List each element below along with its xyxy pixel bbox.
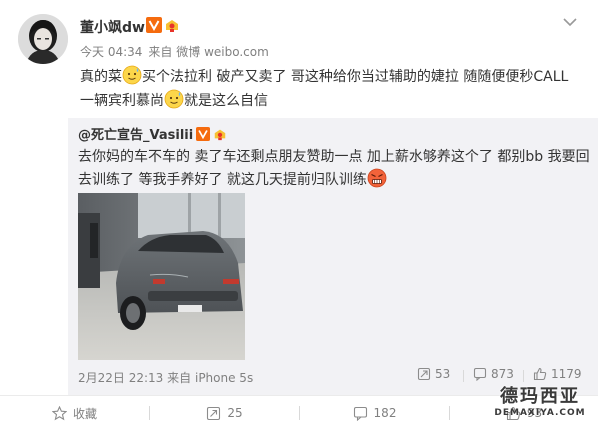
repost-icon [417, 367, 431, 381]
favorite-button[interactable]: 收藏 [0, 396, 149, 429]
post-time[interactable]: 今天 04:34 [80, 45, 142, 59]
repost-icon [207, 406, 221, 420]
repost-time[interactable]: 2月22日 22:13 [78, 371, 163, 385]
repost-comment-count: 873 [491, 367, 514, 381]
like-count: 93 [526, 406, 543, 420]
car-image [78, 193, 245, 360]
post-text-part1: 真的菜 [80, 69, 122, 85]
favorite-label: 收藏 [72, 406, 97, 421]
action-bar: 收藏 25 182 93 [0, 395, 598, 429]
repost-button[interactable]: 25 [150, 396, 299, 429]
member-level-icon [166, 20, 178, 32]
repost-repost-action[interactable]: 53 [417, 367, 450, 381]
thumbs-up-icon [533, 367, 547, 381]
repost-meta: 2月22日 22:13 来自 iPhone 5s [78, 369, 253, 386]
comment-icon [473, 367, 487, 381]
repost-text: 去你妈的车不车的 卖了车还剩点朋友赞助一点 加上薪水够养这个了 都别bb 我要回… [78, 146, 590, 191]
smile-sweat-icon [122, 65, 142, 85]
star-icon [51, 405, 67, 420]
avatar[interactable] [18, 14, 68, 64]
repost-count: 25 [227, 406, 243, 420]
comment-icon [353, 406, 367, 421]
repost-header: @死亡宣告_Vasilii [78, 124, 227, 143]
post-text-part2: 买个法拉利 破产又卖了 哥这种给你当过辅助的婕拉 随随便便秒CALL 一辆宾利慕… [80, 69, 569, 109]
repost-source[interactable]: iPhone 5s [195, 371, 253, 385]
comment-count: 182 [373, 406, 397, 420]
repost-user-name[interactable]: @死亡宣告_Vasilii [78, 128, 193, 143]
like-button[interactable]: 93 [450, 396, 598, 429]
post-text: 真的菜 买个法拉利 破产又卖了 哥这种给你当过辅助的婕拉 随随便便秒CALL 一… [80, 65, 585, 113]
repost-like-action[interactable]: 1179 [533, 367, 582, 381]
repost-source-prefix: 来自 [167, 371, 192, 385]
post-source[interactable]: 微博 weibo.com [176, 45, 269, 59]
verified-v-icon [146, 17, 162, 33]
weibo-card: 董小飒dw 今天 04:34 来自 微博 weibo.com 真的菜 买个法拉利 … [0, 0, 598, 429]
source-prefix: 来自 [148, 45, 173, 59]
post-meta: 今天 04:34 来自 微博 weibo.com [80, 43, 275, 60]
avatar-image [18, 14, 68, 64]
comment-button[interactable]: 182 [300, 396, 449, 429]
angry-face-icon [367, 168, 387, 188]
thumbs-up-icon [506, 406, 521, 420]
verified-v-icon [196, 127, 211, 141]
user-name[interactable]: 董小飒dw [80, 17, 145, 37]
post-text-part3: 就是这么自信 [184, 93, 268, 109]
chevron-down-icon[interactable] [562, 16, 578, 28]
repost-repost-count: 53 [435, 367, 451, 381]
member-level-icon [214, 129, 226, 141]
repost-text-body: 去你妈的车不车的 卖了车还剩点朋友赞助一点 加上薪水够养这个了 都别bb 我要回… [78, 149, 590, 188]
repost-box[interactable]: @死亡宣告_Vasilii 去你妈的车不车的 卖了车还剩点朋友赞助一点 加上薪水… [68, 118, 598, 395]
separator [463, 370, 464, 382]
repost-comment-action[interactable]: 873 [473, 367, 514, 381]
repost-like-count: 1179 [551, 367, 582, 381]
smile-sweat-icon [164, 89, 184, 109]
separator [523, 370, 524, 382]
car-photo[interactable] [78, 193, 245, 360]
